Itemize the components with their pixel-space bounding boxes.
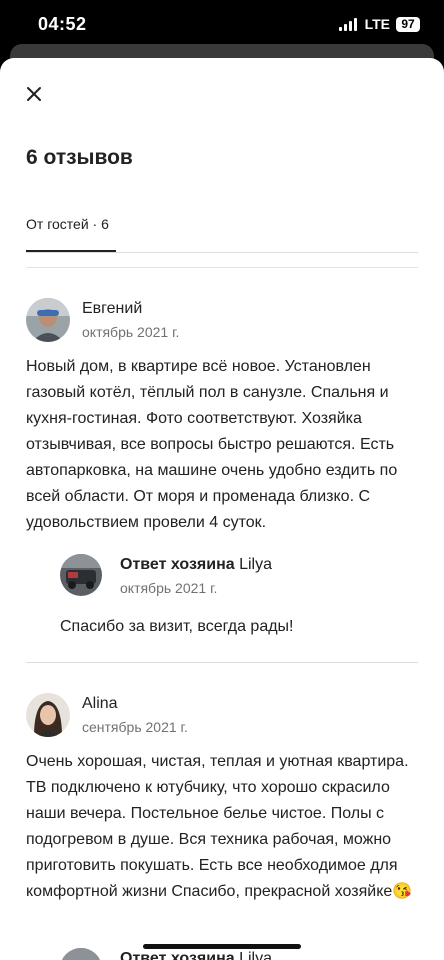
reply-host-name: Lilya xyxy=(239,556,272,573)
home-indicator[interactable] xyxy=(143,944,301,949)
review-author: Alina xyxy=(82,695,118,712)
close-icon xyxy=(27,87,41,101)
close-button[interactable] xyxy=(22,82,46,106)
status-indicators: LTE 97 xyxy=(338,16,420,32)
signal-icon xyxy=(338,17,357,31)
reply-label: Ответ хозяина xyxy=(120,556,235,573)
reply-author: Ответ хозяина Lilya xyxy=(120,556,272,574)
review-date: октябрь 2021 г. xyxy=(82,324,180,340)
avatar[interactable] xyxy=(26,693,70,737)
host-avatar[interactable] xyxy=(60,554,102,596)
tabs-divider xyxy=(26,252,418,253)
network-label: LTE xyxy=(364,16,390,32)
section-divider xyxy=(26,267,418,268)
tabs: От гостей · 6 xyxy=(26,216,418,252)
reply-date: октябрь 2021 г. xyxy=(120,580,218,596)
reply-label: Ответ хозяина xyxy=(120,950,235,960)
review-text: Очень хорошая, чистая, теплая и уютная к… xyxy=(26,753,413,900)
review-date: сентябрь 2021 г. xyxy=(82,719,188,735)
reviews-sheet: 6 отзывов От гостей · 6 Евгений октябрь … xyxy=(0,58,444,960)
review-text: Новый дом, в квартире всё новое. Установ… xyxy=(26,358,398,531)
avatar[interactable] xyxy=(26,298,70,342)
reply-host-name: Lilya xyxy=(239,950,272,960)
review-author: Евгений xyxy=(82,300,143,317)
status-time: 04:52 xyxy=(38,14,87,34)
page-title: 6 отзывов xyxy=(26,146,133,169)
tab-guests[interactable]: От гостей · 6 xyxy=(26,216,116,252)
reply-text: Спасибо за визит, всегда рады! xyxy=(60,618,294,635)
status-bar: 04:52 LTE 97 xyxy=(0,0,444,48)
battery-icon: 97 xyxy=(396,16,420,32)
review-divider xyxy=(26,662,418,663)
host-avatar[interactable] xyxy=(60,948,102,960)
reply-author: Ответ хозяина Lilya xyxy=(120,950,272,960)
